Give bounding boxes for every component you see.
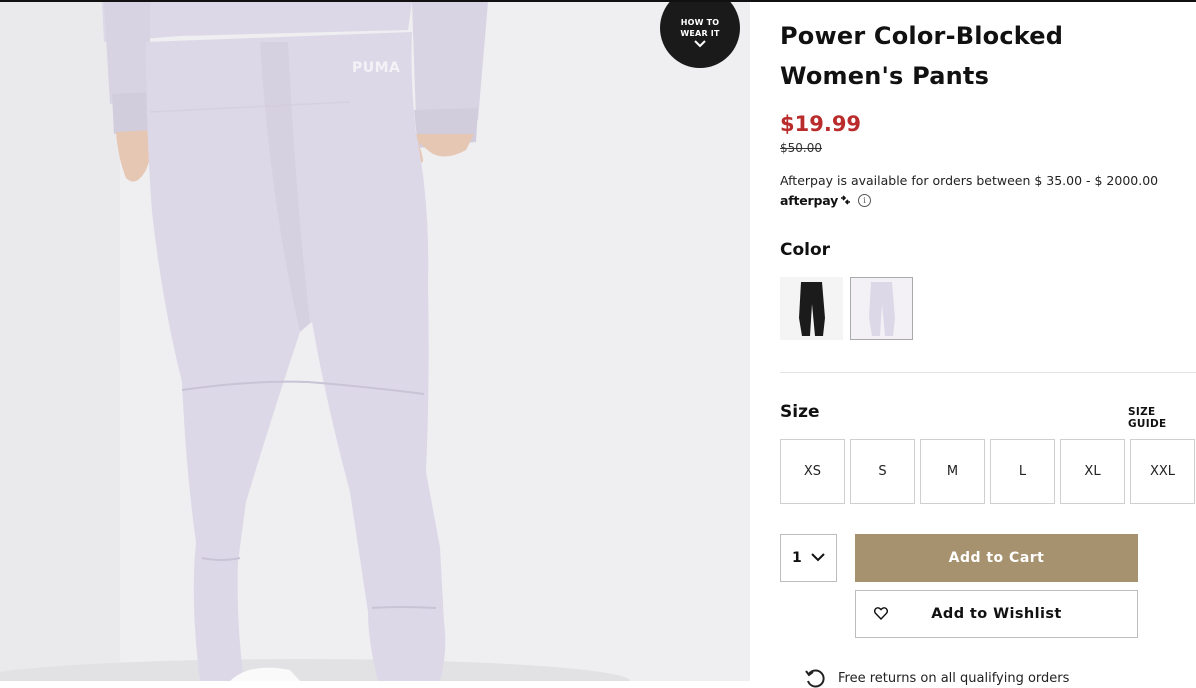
divider (780, 372, 1196, 373)
product-title: Power Color-Blocked Women's Pants (780, 22, 1064, 90)
product-photo (0, 2, 750, 681)
add-to-cart-button[interactable]: Add to Cart (855, 534, 1138, 582)
size-guide-link[interactable]: SIZE GUIDE (1128, 406, 1196, 430)
product-image[interactable]: PUMA HOW TO WEAR IT (0, 2, 750, 681)
quantity-select[interactable]: 1 (780, 534, 837, 582)
brand-logo: PUMA (352, 60, 401, 76)
how-to-wear-line2: WEAR IT (680, 29, 720, 38)
add-to-wishlist-button[interactable]: Add to Wishlist (855, 590, 1138, 638)
returns-text: Free returns on all qualifying orders (838, 670, 1070, 686)
black-pants-thumbnail (781, 278, 842, 339)
size-option-l[interactable]: L (990, 439, 1055, 504)
size-option-xxl[interactable]: XXL (1130, 439, 1195, 504)
afterpay-logo-text: afterpay (780, 193, 839, 208)
size-option-xs[interactable]: XS (780, 439, 845, 504)
color-swatch-black[interactable] (780, 277, 843, 340)
quantity-value: 1 (792, 550, 802, 566)
color-swatch-lavender[interactable] (850, 277, 913, 340)
chevron-down-icon (694, 40, 706, 48)
size-option-s[interactable]: S (850, 439, 915, 504)
info-icon[interactable]: i (858, 194, 872, 207)
return-arrow-icon (805, 669, 825, 688)
how-to-wear-line1: HOW TO (680, 18, 720, 27)
how-to-wear-label: HOW TO WEAR IT (660, 17, 740, 39)
afterpay-arrows-icon (841, 195, 851, 205)
original-price: $50.00 (780, 141, 822, 155)
afterpay-message: Afterpay is available for orders between… (780, 173, 1159, 188)
color-label: Color (780, 240, 831, 260)
size-label: Size (780, 402, 820, 422)
heart-icon (874, 607, 888, 620)
chevron-down-icon (811, 553, 825, 562)
afterpay-row: afterpay i (780, 193, 872, 208)
add-to-wishlist-label: Add to Wishlist (931, 606, 1062, 622)
afterpay-logo: afterpay (780, 193, 852, 208)
returns-info: Free returns on all qualifying orders (804, 668, 1069, 688)
sale-price: $19.99 (780, 112, 862, 136)
lavender-pants-thumbnail (851, 278, 912, 339)
size-option-m[interactable]: M (920, 439, 985, 504)
size-option-xl[interactable]: XL (1060, 439, 1125, 504)
product-info-panel: Power Color-Blocked Women's Pants $19.99… (780, 0, 1196, 688)
